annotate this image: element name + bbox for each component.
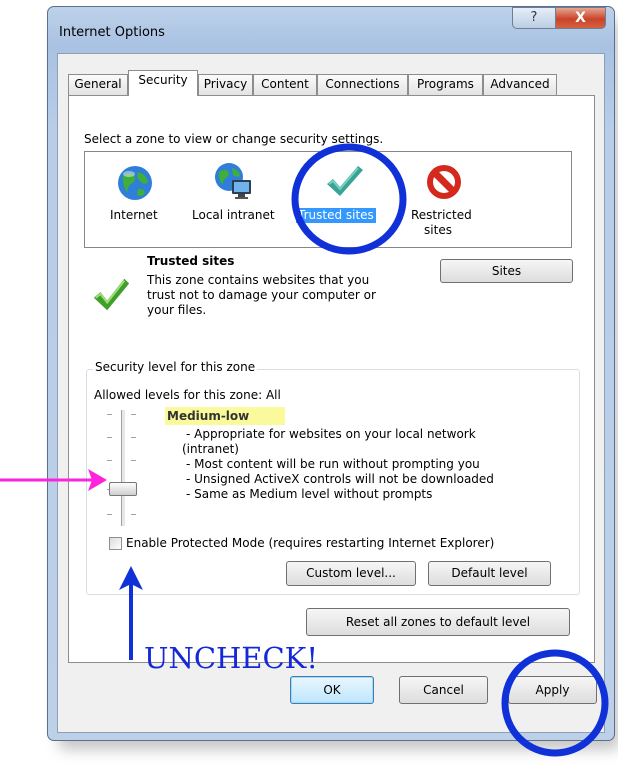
tab-general[interactable]: General [68,74,128,95]
protected-mode-label[interactable]: Enable Protected Mode (requires restarti… [126,536,494,550]
zone-prompt: Select a zone to view or change security… [84,132,384,146]
level-note: - Same as Medium level without prompts [186,487,433,501]
level-note: - Most content will be run without promp… [186,457,480,471]
uncheck-annotation-text: UNCHECK! [144,641,318,675]
slider-tick [107,414,112,415]
zone-trusted-sites[interactable]: Trusted sites [296,208,376,223]
internet-options-dialog: Internet Options ? X General Security Pr… [47,6,615,741]
zone-restricted-label-line1: Restricted [411,208,472,222]
allowed-levels-text: Allowed levels for this zone: All [94,388,281,402]
window-title: Internet Options [59,25,165,40]
globe-icon [118,166,152,200]
title-bar[interactable]: Internet Options ? X [48,7,614,53]
zone-restricted-label-line2: sites [424,223,452,237]
zone-local-intranet[interactable]: Local intranet [192,208,275,223]
close-icon: X [575,10,586,26]
tab-content[interactable]: Content [253,74,317,95]
sites-button[interactable]: Sites [440,259,573,283]
slider-tick [107,460,112,461]
security-level-notes: - Appropriate for websites on your local… [182,427,494,502]
slider-tick [107,514,112,515]
custom-level-button[interactable]: Custom level... [286,561,416,586]
tab-security[interactable]: Security [128,70,198,96]
ok-button[interactable]: OK [290,676,374,704]
dialog-client: General Security Privacy Content Connect… [57,53,605,733]
tab-programs[interactable]: Programs [408,74,483,95]
prohibited-icon [427,165,461,199]
tab-privacy[interactable]: Privacy [198,74,253,95]
protected-mode-checkbox[interactable] [109,537,122,550]
selected-zone-desc-line2: trust not to damage your computer or [147,288,376,302]
apply-button[interactable]: Apply [508,676,597,704]
slider-tick [131,437,136,438]
level-note: - Unsigned ActiveX controls will not be … [186,472,494,486]
selected-zone-desc-line3: your files. [147,303,207,317]
default-level-button[interactable]: Default level [428,561,551,586]
checkmark-icon [327,166,363,196]
intranet-icon [215,163,251,199]
security-level-slider-track[interactable] [121,410,126,526]
slider-tick [131,414,136,415]
selected-zone-name: Trusted sites [147,254,235,268]
security-level-name: Medium-low [165,407,285,425]
cancel-button[interactable]: Cancel [399,676,488,704]
slider-tick [107,437,112,438]
slider-tick [131,514,136,515]
selected-zone-desc-line1: This zone contains websites that you [147,273,370,287]
zone-restricted-sites[interactable]: Restricted sites [411,208,472,238]
help-button[interactable]: ? [512,7,556,29]
security-level-group-title: Security level for this zone [93,360,258,374]
zone-internet[interactable]: Internet [110,208,158,223]
trusted-zone-checkmark-icon [93,278,130,311]
tab-connections[interactable]: Connections [317,74,408,95]
level-note: (intranet) [182,442,239,456]
security-tab-panel: Select a zone to view or change security… [68,95,595,663]
security-level-slider-thumb[interactable] [109,482,137,496]
reset-all-zones-button[interactable]: Reset all zones to default level [306,608,570,636]
zone-list: Internet Local intranet Trusted sites Re… [84,151,572,248]
help-icon: ? [530,10,538,25]
slider-tick [131,460,136,461]
level-note: - Appropriate for websites on your local… [186,427,476,441]
close-button[interactable]: X [555,7,606,29]
tab-advanced[interactable]: Advanced [483,74,557,95]
